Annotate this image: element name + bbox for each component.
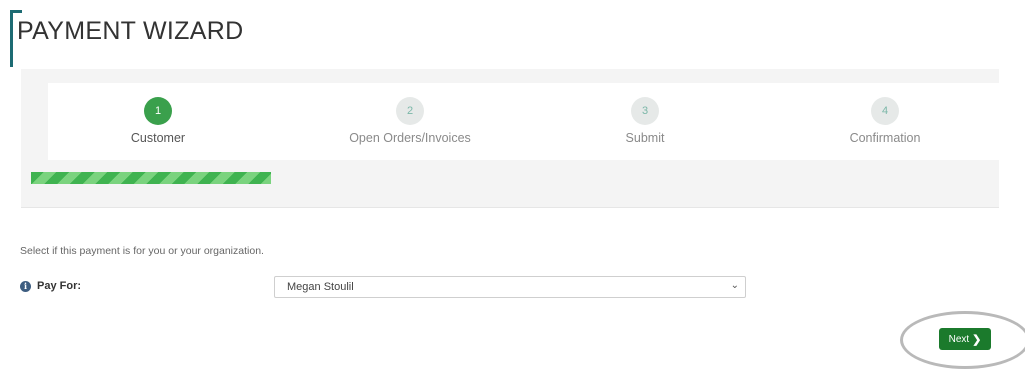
chevron-right-icon: ❯ (972, 333, 982, 346)
step-label: Customer (130, 131, 186, 145)
step-number: 1 (144, 97, 172, 125)
step-confirmation[interactable]: 4 Confirmation (775, 97, 995, 145)
next-button[interactable]: Next ❯ (939, 328, 991, 350)
step-label: Confirmation (849, 131, 921, 145)
step-number: 3 (631, 97, 659, 125)
wizard-panel: 1 Customer 2 Open Orders/Invoices 3 Subm… (21, 69, 999, 208)
page-title: PAYMENT WIZARD (17, 17, 244, 45)
chevron-down-icon: ⌄ (730, 280, 739, 291)
step-submit[interactable]: 3 Submit (535, 97, 755, 145)
step-number: 2 (396, 97, 424, 125)
pay-for-select[interactable]: Megan Stoulil ⌄ (274, 276, 746, 298)
info-icon[interactable]: i (20, 281, 31, 292)
step-label: Submit (625, 131, 665, 145)
step-customer[interactable]: 1 Customer (48, 97, 268, 145)
title-accent-bar (10, 10, 13, 67)
step-open-orders[interactable]: 2 Open Orders/Invoices (300, 97, 520, 145)
step-number: 4 (871, 97, 899, 125)
next-button-label: Next (948, 333, 970, 345)
pay-for-label: Pay For: (37, 280, 82, 292)
pay-for-selected-value: Megan Stoulil (287, 281, 354, 293)
wizard-progress-bar (31, 172, 271, 184)
instruction-text: Select if this payment is for you or you… (20, 245, 264, 257)
wizard-steps: 1 Customer 2 Open Orders/Invoices 3 Subm… (48, 83, 999, 160)
step-label: Open Orders/Invoices (349, 131, 471, 145)
title-accent-bar (10, 10, 22, 13)
